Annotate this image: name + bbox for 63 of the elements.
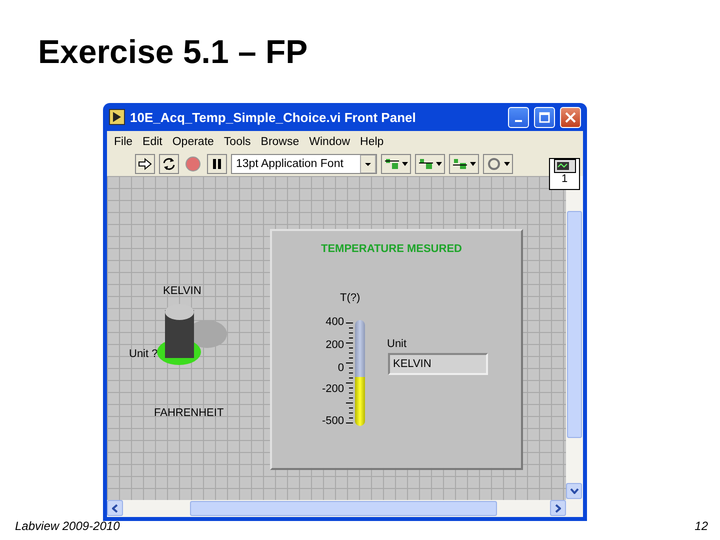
scale-label: 400 <box>324 316 344 328</box>
maximize-icon <box>539 112 550 122</box>
switch-label: Unit ? <box>129 348 158 360</box>
align-icon <box>384 157 400 171</box>
align-icon <box>418 157 434 171</box>
vertical-scrollbar[interactable] <box>566 176 583 500</box>
stop-icon <box>185 156 201 172</box>
caret-icon <box>470 162 476 166</box>
scroll-left-button[interactable] <box>107 500 123 516</box>
string-indicator: KELVIN <box>388 353 488 375</box>
close-icon <box>565 112 576 122</box>
scale-label: 200 <box>324 339 344 351</box>
pause-icon <box>212 158 222 170</box>
menu-item[interactable]: Edit <box>138 136 168 148</box>
scale-label: 0 <box>336 362 344 374</box>
window-title: 10E_Acq_Temp_Simple_Choice.vi Front Panel <box>130 110 417 124</box>
scroll-down-button[interactable] <box>566 483 582 499</box>
menu-item[interactable]: Operate <box>167 136 219 148</box>
thermometer-label: T(?) <box>340 292 360 304</box>
connector-pane[interactable]: 1 <box>549 158 580 190</box>
caret-icon <box>504 162 510 166</box>
caret-icon <box>360 155 376 173</box>
align-icon <box>452 157 468 171</box>
scroll-right-button[interactable] <box>550 500 566 516</box>
pause-button[interactable] <box>207 154 227 174</box>
menu-item[interactable]: Window <box>304 136 356 148</box>
chevron-left-icon <box>112 504 118 512</box>
menu-item[interactable]: Help <box>355 136 389 148</box>
chevron-down-icon <box>570 488 578 494</box>
align-objects-button[interactable] <box>381 154 411 174</box>
minimize-icon <box>515 120 522 122</box>
maximize-button[interactable] <box>534 106 555 128</box>
scale-label: -500 <box>320 415 344 427</box>
slide-footer: Labview 2009-2010 <box>15 519 120 533</box>
scroll-thumb[interactable] <box>567 211 582 438</box>
arrow-icon <box>138 158 152 170</box>
scale-label: -200 <box>320 383 344 395</box>
minimize-button[interactable] <box>508 106 529 128</box>
menu-item[interactable]: Tools <box>218 136 256 148</box>
reorder-button[interactable] <box>483 154 513 174</box>
menu-item[interactable]: Browse <box>256 136 304 148</box>
switch-option-label: KELVIN <box>163 285 202 297</box>
run-button[interactable] <box>135 154 155 174</box>
resize-objects-button[interactable] <box>449 154 479 174</box>
close-button[interactable] <box>560 106 581 128</box>
chevron-right-icon <box>555 504 561 512</box>
connector-number: 1 <box>561 173 568 185</box>
run-continuously-button[interactable] <box>159 154 179 174</box>
caret-icon <box>402 162 408 166</box>
slide-title: Exercise 5.1 – FP <box>38 33 308 71</box>
scroll-thumb[interactable] <box>190 501 497 516</box>
font-dropdown[interactable]: 13pt Application Font <box>231 154 377 174</box>
toggle-switch[interactable] <box>157 304 229 366</box>
switch-option-label: FAHRENHEIT <box>154 407 224 419</box>
page-number: 12 <box>694 519 708 533</box>
distribute-objects-button[interactable] <box>415 154 445 174</box>
decoration-title: TEMPERATURE MESURED <box>321 243 462 255</box>
indicator-label: Unit <box>387 338 407 350</box>
waveform-monitor-icon <box>554 159 576 173</box>
menu-item[interactable]: File <box>109 136 138 148</box>
horizontal-scrollbar[interactable] <box>107 500 583 517</box>
caret-icon <box>436 162 442 166</box>
vi-icon <box>109 109 125 125</box>
